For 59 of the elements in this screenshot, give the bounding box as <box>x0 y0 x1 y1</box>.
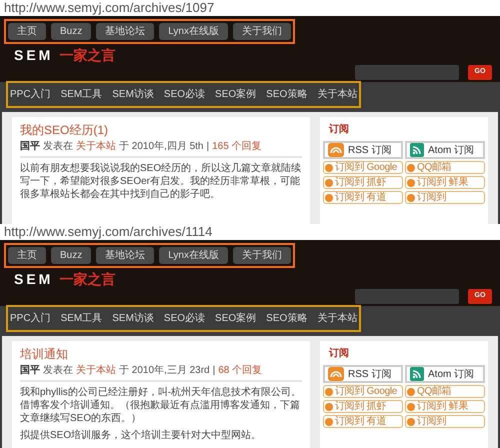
rss-icon <box>328 143 344 157</box>
rss-icon <box>328 367 344 381</box>
post-date: 于 2010年,四月 5th <box>119 140 204 154</box>
feed-button[interactable]: Atom 订阅 <box>405 141 485 159</box>
nav-link[interactable]: SEM工具 <box>60 87 102 102</box>
post-paragraph: 拟提供SEO培训服务，这个培训主要针对大中型网站。 <box>20 429 262 442</box>
post-paragraph: 我和phyllis的公司已经注册好，叫-杭州天年信息技术有限公司。借博客发个培训通知。（很抱歉最近有点滥用博客发通知，下篇文章继续写SEO的东西。） <box>20 386 302 425</box>
nav-link[interactable]: PPC入门 <box>10 87 51 102</box>
top-nav-button[interactable]: Buzz <box>51 247 92 264</box>
post-date: 于 2010年,三月 23rd <box>119 364 210 378</box>
top-nav-button[interactable]: 基地论坛 <box>96 23 154 40</box>
top-nav-button[interactable]: 关于我们 <box>233 23 291 40</box>
nav-link[interactable]: SEM访谈 <box>112 311 154 326</box>
top-nav-button[interactable]: 主页 <box>8 247 46 264</box>
page-url: http://www.semyj.com/archives/1114 <box>3 224 214 240</box>
post-title[interactable]: 我的SEO经历(1) <box>20 122 302 138</box>
nav-link[interactable]: SEO策略 <box>266 87 308 102</box>
nav-link[interactable]: SEO必读 <box>164 87 206 102</box>
post-author: 国平 <box>20 140 40 154</box>
comments-link[interactable]: 68 个回复 <box>218 364 262 378</box>
top-nav-button[interactable]: Lynx在线版 <box>159 247 228 264</box>
feed-button[interactable]: RSS 订阅 <box>323 365 403 383</box>
category-link[interactable]: 关于本站 <box>76 140 116 154</box>
nav-link[interactable]: SEO必读 <box>164 311 206 326</box>
nav-link[interactable]: 关于本站 <box>317 87 358 102</box>
top-nav-button[interactable]: Buzz <box>51 23 92 40</box>
search-field[interactable] <box>355 289 459 304</box>
page-url: http://www.semyj.com/archives/1097 <box>3 0 216 16</box>
site-logo: SEM <box>14 46 54 64</box>
nav-link[interactable]: SEO策略 <box>266 311 308 326</box>
feed-icon <box>410 367 424 381</box>
nav-link[interactable]: SEM工具 <box>60 311 102 326</box>
posted-in-label: 发表在 <box>43 364 73 378</box>
site-tagline: 一家之言 <box>59 46 116 64</box>
comments-link[interactable]: 165 个回复 <box>212 140 262 154</box>
top-nav-button[interactable]: 主页 <box>8 23 46 40</box>
feed-icon <box>410 143 424 157</box>
site-tagline: 一家之言 <box>59 270 116 288</box>
nav-link[interactable]: SEM访谈 <box>112 87 154 102</box>
separator: | <box>206 140 210 154</box>
feed-button[interactable]: Atom 订阅 <box>405 365 485 383</box>
sidebar-title: 订阅 <box>328 346 350 361</box>
nav-link[interactable]: 关于本站 <box>317 311 358 326</box>
post-author: 国平 <box>20 364 40 378</box>
category-link[interactable]: 关于本站 <box>76 364 116 378</box>
post-title[interactable]: 培训通知 <box>20 346 302 362</box>
nav-link[interactable]: SEO案例 <box>215 311 256 326</box>
sidebar-title: 订阅 <box>328 122 350 137</box>
nav-link[interactable]: PPC入门 <box>10 311 51 326</box>
feed-button[interactable]: RSS 订阅 <box>323 141 403 159</box>
nav-link[interactable]: SEO案例 <box>215 87 256 102</box>
post-paragraph: 以前有朋友想要我说说我的SEO经历的，所以这几篇文章就陆续写一下，希望能对很多SEOer有启发。我的经历非常草根，可能很多草根站长都会在其中找到自己的影子吧。 <box>20 162 302 201</box>
top-nav-button[interactable]: Lynx在线版 <box>159 23 228 40</box>
posted-in-label: 发表在 <box>43 140 73 154</box>
search-field[interactable] <box>355 65 459 80</box>
separator: | <box>212 364 216 378</box>
site-logo: SEM <box>14 270 54 288</box>
top-nav-button[interactable]: 关于我们 <box>233 247 291 264</box>
top-nav-button[interactable]: 基地论坛 <box>96 247 154 264</box>
